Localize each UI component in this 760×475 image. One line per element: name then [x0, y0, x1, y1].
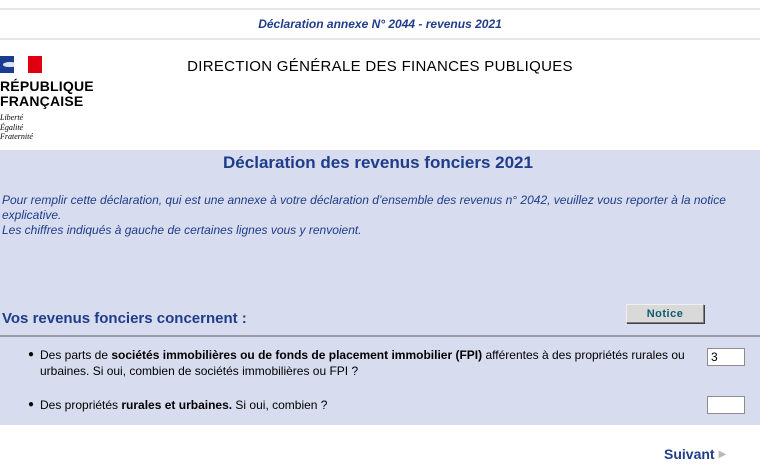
form-banner-text: Déclaration annexe N° 2044 - revenus 202… [258, 17, 502, 31]
motto-egalite: Égalité [0, 122, 24, 132]
logo-line-1: RÉPUBLIQUE [0, 78, 94, 94]
bullet-icon: ● [28, 399, 35, 410]
arrow-right-icon: ▶ [718, 448, 727, 460]
next-link-label: Suivant [664, 446, 715, 462]
logo-motto: Liberté Égalité Fraternité [0, 113, 110, 142]
question-properties-prefix: Des propriétés [40, 398, 122, 412]
question-properties: ● Des propriétés rurales et urbaines. Si… [28, 397, 700, 413]
intro-text: Pour remplir cette déclaration, qui est … [2, 193, 754, 238]
agency-title-text: DIRECTION GÉNÉRALE DES FINANCES PUBLIQUE… [187, 58, 573, 75]
notice-button[interactable]: Notice [626, 304, 704, 323]
question-sci-fpi-bold: sociétés immobilières ou de fonds de pla… [111, 348, 483, 362]
question-sci-fpi: ● Des parts de sociétés immobilières ou … [28, 347, 700, 379]
properties-count-input[interactable] [707, 396, 745, 414]
question-sci-fpi-prefix: Des parts de [40, 348, 112, 362]
intro-paragraph-2: Les chiffres indiqués à gauche de certai… [2, 223, 362, 237]
sci-fpi-count-input[interactable] [707, 348, 745, 366]
motto-fraternite: Fraternité [0, 132, 33, 141]
intro-paragraph-1: Pour remplir cette déclaration, qui est … [2, 193, 726, 222]
page-title: Déclaration des revenus fonciers 2021 [223, 153, 533, 172]
question-properties-suffix: Si oui, combien ? [232, 398, 328, 412]
bullet-icon: ● [28, 349, 35, 360]
motto-liberte: Liberté [0, 113, 24, 122]
logo-line-2: FRANÇAISE [0, 93, 84, 109]
form-banner: Déclaration annexe N° 2044 - revenus 202… [0, 8, 760, 40]
agency-title: DIRECTION GÉNÉRALE DES FINANCES PUBLIQUE… [0, 58, 760, 75]
section-title: Vos revenus fonciers concernent : [2, 310, 247, 327]
form-panel: Déclaration des revenus fonciers 2021 Po… [0, 150, 760, 425]
question-properties-bold: rurales et urbaines. [121, 398, 233, 412]
page-header: RÉPUBLIQUE FRANÇAISE Liberté Égalité Fra… [0, 40, 760, 150]
next-link[interactable]: Suivant ▶ [664, 446, 726, 462]
section-divider [0, 335, 760, 337]
